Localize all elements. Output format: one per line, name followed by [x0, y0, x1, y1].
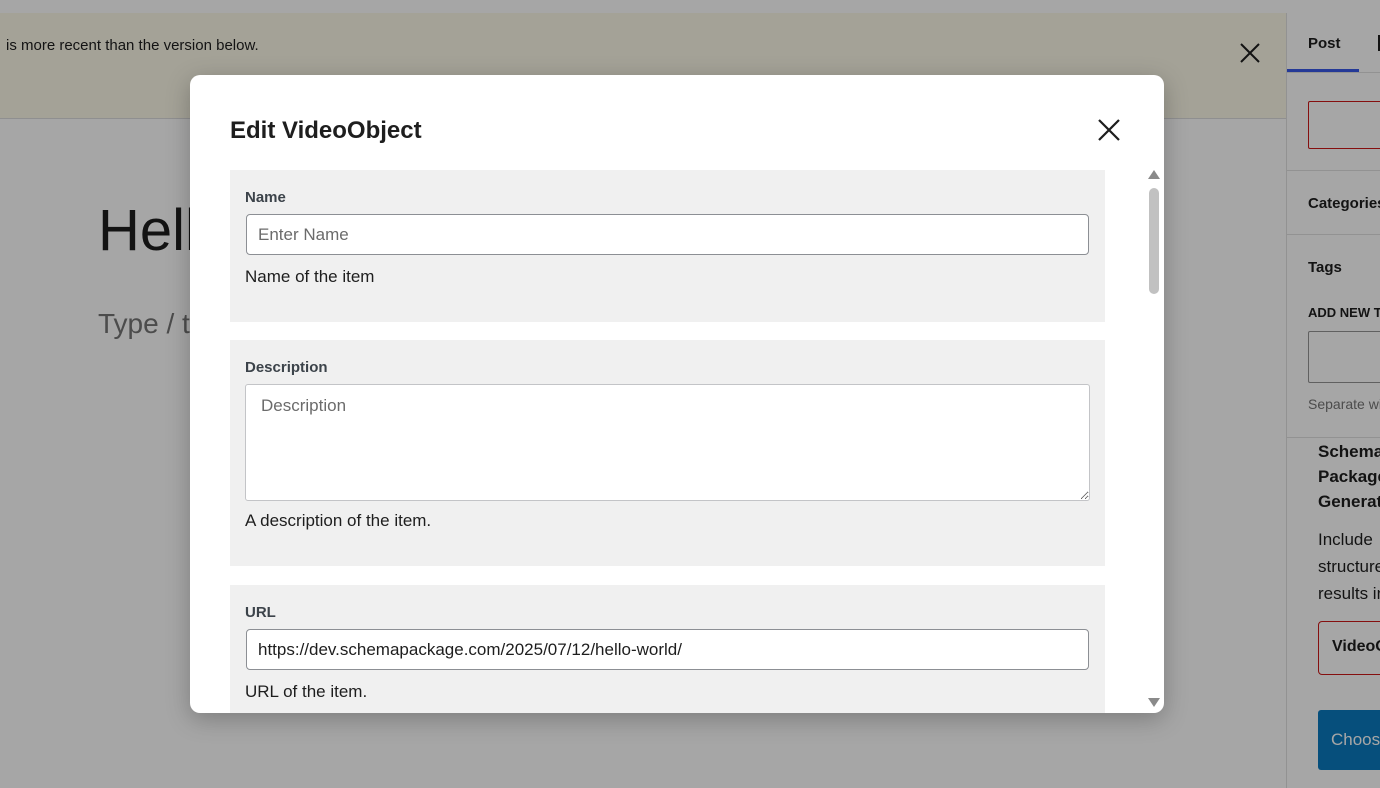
- url-label: URL: [245, 604, 276, 621]
- description-label: Description: [245, 359, 328, 376]
- description-textarea[interactable]: [245, 384, 1090, 501]
- edit-videoobject-modal: Edit VideoObject Name Name of the item D…: [190, 75, 1164, 713]
- name-label: Name: [245, 189, 286, 206]
- triangle-up-icon[interactable]: [1148, 170, 1160, 179]
- field-group-name: Name Name of the item: [230, 170, 1105, 322]
- name-input[interactable]: [246, 214, 1089, 255]
- modal-scroll-area[interactable]: Name Name of the item Description A desc…: [230, 170, 1105, 713]
- triangle-down-icon[interactable]: [1148, 698, 1160, 707]
- description-help: A description of the item.: [245, 511, 432, 530]
- field-group-url: URL URL of the item.: [230, 585, 1105, 713]
- scrollbar-thumb[interactable]: [1149, 188, 1159, 294]
- modal-scrollbar[interactable]: [1146, 170, 1161, 713]
- url-description: URL of the item.: [245, 682, 368, 701]
- name-description: Name of the item: [245, 267, 375, 286]
- close-icon[interactable]: [1094, 115, 1124, 145]
- modal-title: Edit VideoObject: [230, 117, 422, 144]
- url-input[interactable]: [246, 629, 1089, 670]
- field-group-description: Description A description of the item.: [230, 340, 1105, 566]
